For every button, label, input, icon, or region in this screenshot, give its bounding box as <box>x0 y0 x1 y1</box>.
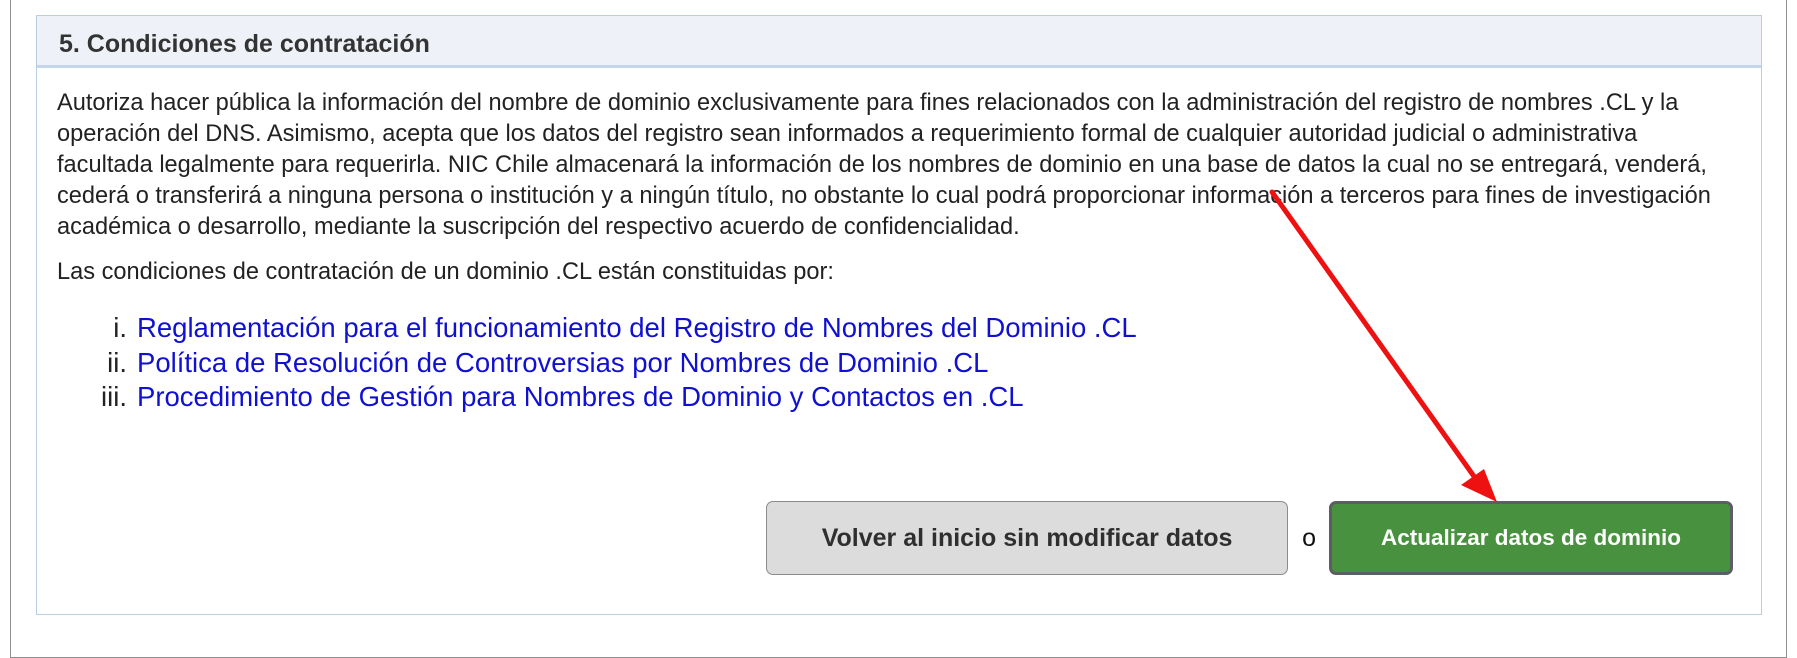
conditions-document-list: i. Reglamentación para el funcionamiento… <box>57 311 1741 415</box>
document-item-politica: ii. Política de Resolución de Controvers… <box>57 346 1741 381</box>
list-number: i. <box>113 312 127 343</box>
list-number: iii. <box>101 381 127 412</box>
update-domain-button[interactable]: Actualizar datos de dominio <box>1329 501 1733 575</box>
list-number: ii. <box>107 346 127 378</box>
document-item-procedimiento: iii. Procedimiento de Gestión para Nombr… <box>57 380 1741 415</box>
politica-controversias-link[interactable]: Política de Resolución de Controversias … <box>137 347 988 378</box>
action-bar: Volver al inicio sin modificar datos o A… <box>766 501 1733 575</box>
section-title: 5. Condiciones de contratación <box>59 30 430 58</box>
privacy-paragraph: Autoriza hacer pública la información de… <box>57 90 1711 240</box>
back-to-start-button[interactable]: Volver al inicio sin modificar datos <box>766 501 1289 575</box>
procedimiento-gestion-link[interactable]: Procedimiento de Gestión para Nombres de… <box>137 381 1024 412</box>
document-item-reglamentacion: i. Reglamentación para el funcionamiento… <box>57 311 1741 346</box>
conditions-intro: Las condiciones de contratación de un do… <box>57 259 834 285</box>
or-separator: o <box>1302 523 1316 552</box>
panel-body: Autoriza hacer pública la información de… <box>37 68 1761 415</box>
reglamentacion-link[interactable]: Reglamentación para el funcionamiento de… <box>137 312 1137 343</box>
panel-header: 5. Condiciones de contratación <box>37 16 1761 68</box>
conditions-panel: 5. Condiciones de contratación Autoriza … <box>36 15 1762 615</box>
